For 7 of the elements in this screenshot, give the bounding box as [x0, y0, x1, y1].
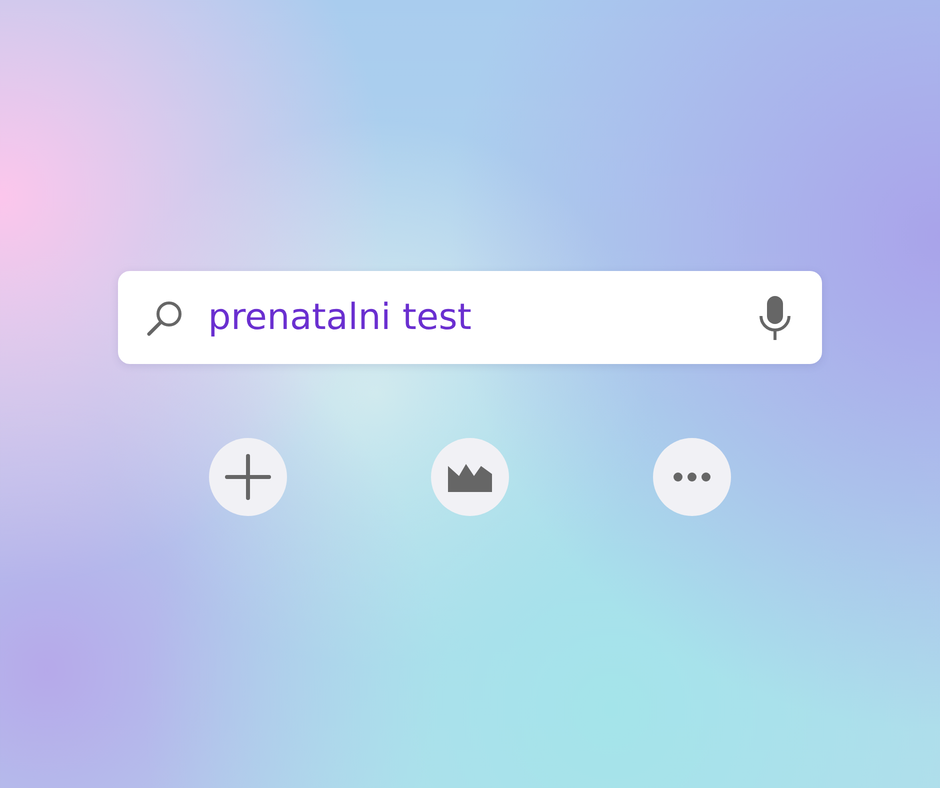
search-icon — [146, 298, 184, 336]
search-bar[interactable]: prenatalni test — [118, 271, 822, 364]
search-field[interactable]: prenatalni test — [208, 290, 758, 344]
plus-icon — [224, 453, 272, 501]
microphone-icon[interactable] — [758, 294, 792, 340]
more-icon — [673, 472, 711, 482]
crown-icon — [448, 462, 492, 492]
